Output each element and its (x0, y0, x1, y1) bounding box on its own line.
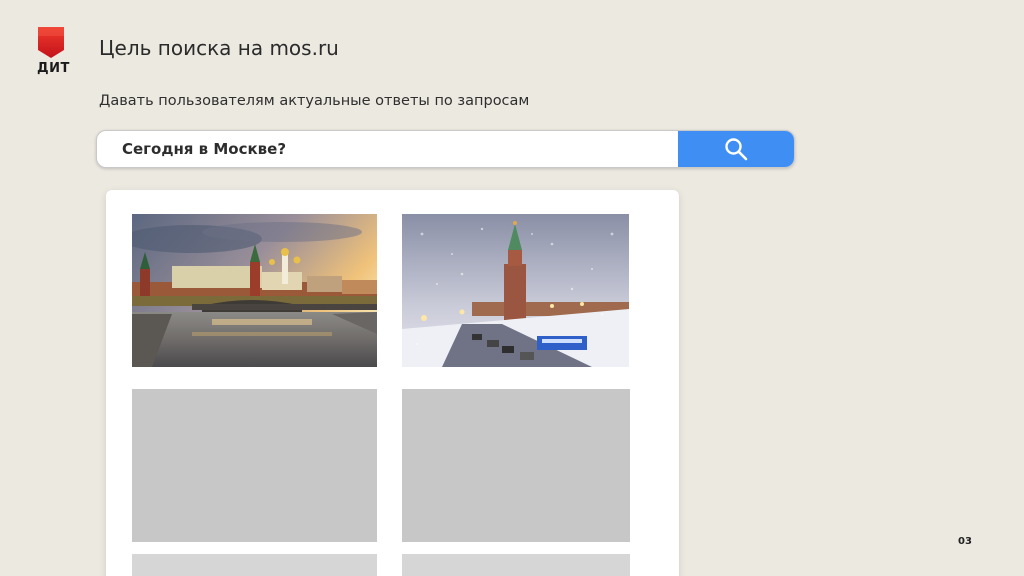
page-title: Цель поиска на mos.ru (99, 36, 339, 60)
search-icon (725, 138, 748, 161)
search-button[interactable] (678, 131, 794, 167)
search-input[interactable]: Сегодня в Москве? (122, 140, 286, 158)
result-placeholder (132, 389, 377, 542)
page-number: 03 (958, 536, 972, 547)
results-panel (106, 190, 679, 576)
slide: ДИТ Цель поиска на mos.ru Давать пользов… (0, 0, 1024, 576)
result-placeholder (402, 554, 630, 576)
result-placeholder (402, 389, 630, 542)
result-placeholder (132, 554, 377, 576)
kremlin-river-photo[interactable] (132, 214, 377, 367)
page-subtitle: Давать пользователям актуальные ответы п… (99, 93, 530, 109)
kremlin-winter-snow-photo[interactable] (402, 214, 629, 367)
logo-text: ДИТ (37, 61, 70, 76)
search-bar: Сегодня в Москве? (96, 130, 795, 168)
